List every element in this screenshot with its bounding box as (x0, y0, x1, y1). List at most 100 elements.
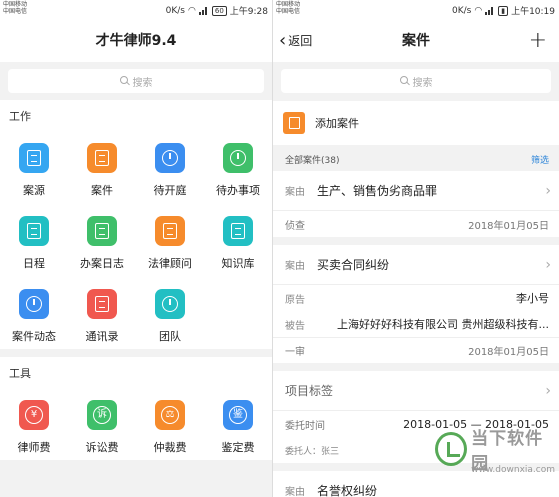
grid-item-label: 律师费 (17, 441, 51, 454)
grid-item-5[interactable]: 日程 (0, 203, 68, 276)
page-title: 案件 (402, 33, 430, 49)
case-card[interactable]: 案由 生产、销售伪劣商品罪 › 侦查 2018年01月05日 (273, 171, 559, 237)
add-case-label: 添加案件 (315, 117, 359, 130)
search-icon (119, 76, 130, 86)
status-bar: 中国移动 中国电信 0K/s ◠ ▮ 上午10:19 (273, 0, 559, 20)
grid-item-4[interactable]: 待办事项 (204, 130, 272, 203)
nav-bar: 才牛律师9.4 (0, 20, 272, 62)
plaintiff-row: 原告 李小号 (273, 285, 559, 311)
work-section-title: 工作 (9, 110, 31, 123)
case-stage-row: 一审 2018年01月05日 (273, 337, 559, 363)
tie-icon (155, 216, 185, 246)
appraisal-icon: 鉴 (223, 400, 253, 430)
search-placeholder: 搜索 (412, 77, 433, 89)
grid-item-9[interactable]: 案件动态 (0, 276, 68, 349)
add-button[interactable]: + (529, 20, 547, 62)
check-circle-icon (223, 143, 253, 173)
status-indicators: 0K/s ◠ 60 上午9:28 (166, 4, 268, 17)
yen-bag-icon: ¥ (19, 400, 49, 430)
contacts-icon (87, 289, 117, 319)
document-list-icon (19, 143, 49, 173)
grid-item-1[interactable]: 案源 (0, 130, 68, 203)
clock: 上午9:28 (229, 7, 268, 17)
case-stage: 侦查 (285, 220, 305, 232)
calendar-icon (19, 216, 49, 246)
signal-icon (198, 6, 209, 15)
left-screen: 中国移动 中国电信 0K/s ◠ 60 上午9:28 才牛律师9.4 搜索 工作… (0, 0, 272, 497)
grid-item-2[interactable]: 诉诉讼费 (68, 387, 136, 460)
status-bar: 中国移动 中国电信 0K/s ◠ 60 上午9:28 (0, 0, 272, 20)
search-area: 搜索 (273, 62, 559, 100)
add-case-row[interactable]: 添加案件 (273, 101, 559, 145)
case-title: 买卖合同纠纷 (317, 258, 390, 272)
case-header[interactable]: 案由 生产、销售伪劣商品罪 › (273, 171, 559, 211)
clock: 上午10:19 (511, 7, 555, 17)
defendant-name: 上海好好好科技有限公司 贵州超级科技有... (337, 318, 549, 331)
battery-icon: ▮ (498, 5, 509, 16)
carrier-2: 中国电信 (276, 8, 301, 15)
case-title: 名誉权纠纷 (317, 484, 378, 497)
grid-item-10[interactable]: 通讯录 (68, 276, 136, 349)
carrier-1: 中国移动 (276, 1, 301, 8)
grid-item-3[interactable]: 待开庭 (136, 130, 204, 203)
back-button[interactable]: ‹ 返回 (279, 20, 312, 62)
entrust-label: 委托时间 (285, 420, 325, 432)
case-date: 2018年01月05日 (468, 347, 549, 358)
grid-item-6[interactable]: 办案日志 (68, 203, 136, 276)
app-title: 才牛律师9.4 (95, 33, 177, 49)
search-placeholder: 搜索 (132, 77, 153, 89)
grid-item-7[interactable]: 法律顾问 (136, 203, 204, 276)
filter-bar: 全部案件(38) 筛选 (273, 147, 559, 171)
grid-item-label: 案件 (91, 184, 113, 197)
client-name: 委托人：张三 (285, 446, 340, 457)
case-count: 全部案件(38) (285, 155, 340, 166)
clock-icon (155, 143, 185, 173)
work-grid: 案源 案件 待开庭 待办事项日程 办案日志 法律顾问 知识库案件动态 通讯录 团队 (0, 130, 272, 349)
carrier-info: 中国移动 中国电信 (276, 1, 300, 15)
plaintiff-name: 李小号 (516, 292, 549, 305)
wifi-icon: ◠ (474, 5, 483, 16)
watermark-logo-icon (435, 432, 468, 466)
search-input[interactable]: 搜索 (281, 69, 551, 93)
network-speed: 0K/s (451, 5, 472, 16)
chevron-right-icon: › (545, 182, 551, 199)
cause-label: 案由 (285, 261, 305, 272)
plaintiff-label: 原告 (285, 294, 305, 306)
network-speed: 0K/s (165, 5, 185, 16)
tag-header[interactable]: 项目标签 › (273, 371, 559, 411)
tools-section-title: 工具 (9, 367, 31, 380)
search-input[interactable]: 搜索 (8, 69, 264, 93)
grid-item-label: 案件动态 (12, 330, 56, 343)
add-case-icon (283, 112, 305, 134)
notebook-icon (87, 216, 117, 246)
grid-item-label: 通讯录 (85, 330, 119, 343)
tools-grid: ¥ 律师费 诉诉讼费 ⚖ 仲裁费 鉴鉴定费 (0, 387, 272, 460)
grid-item-label: 待办事项 (216, 184, 260, 197)
team-icon (155, 289, 185, 319)
case-file-icon (87, 143, 117, 173)
search-icon (399, 76, 410, 86)
case-header[interactable]: 案由 买卖合同纠纷 › (273, 245, 559, 285)
chevron-right-icon: › (545, 382, 551, 399)
carrier-1: 中国移动 (3, 1, 28, 8)
case-card[interactable]: 案由 买卖合同纠纷 › 原告 李小号 被告 上海好好好科技有限公司 贵州超级科技… (273, 245, 559, 363)
work-section: 工作 案源 案件 待开庭 待办事项日程 办案日志 法律顾问 知识库案件动态 通讯录 团队 (0, 100, 272, 349)
grid-item-label: 诉讼费 (85, 441, 119, 454)
grid-item-1[interactable]: ¥ 律师费 (0, 387, 68, 460)
case-stage-row: 侦查 2018年01月05日 (273, 211, 559, 237)
tag-title: 项目标签 (285, 384, 334, 398)
back-label: 返回 (288, 34, 313, 48)
grid-item-11[interactable]: 团队 (136, 276, 204, 349)
filter-button[interactable]: 筛选 (531, 153, 549, 166)
battery-icon: 60 (211, 5, 227, 16)
wifi-icon: ◠ (188, 5, 196, 16)
grid-item-2[interactable]: 案件 (68, 130, 136, 203)
carrier-2: 中国电信 (3, 8, 28, 15)
grid-item-label: 团队 (159, 330, 181, 343)
grid-item-8[interactable]: 知识库 (204, 203, 272, 276)
defendant-row: 被告 上海好好好科技有限公司 贵州超级科技有... (273, 311, 559, 337)
grid-item-4[interactable]: 鉴鉴定费 (204, 387, 272, 460)
refresh-star-icon (19, 289, 49, 319)
grid-item-3[interactable]: ⚖ 仲裁费 (136, 387, 204, 460)
grid-item-label: 办案日志 (80, 257, 124, 270)
